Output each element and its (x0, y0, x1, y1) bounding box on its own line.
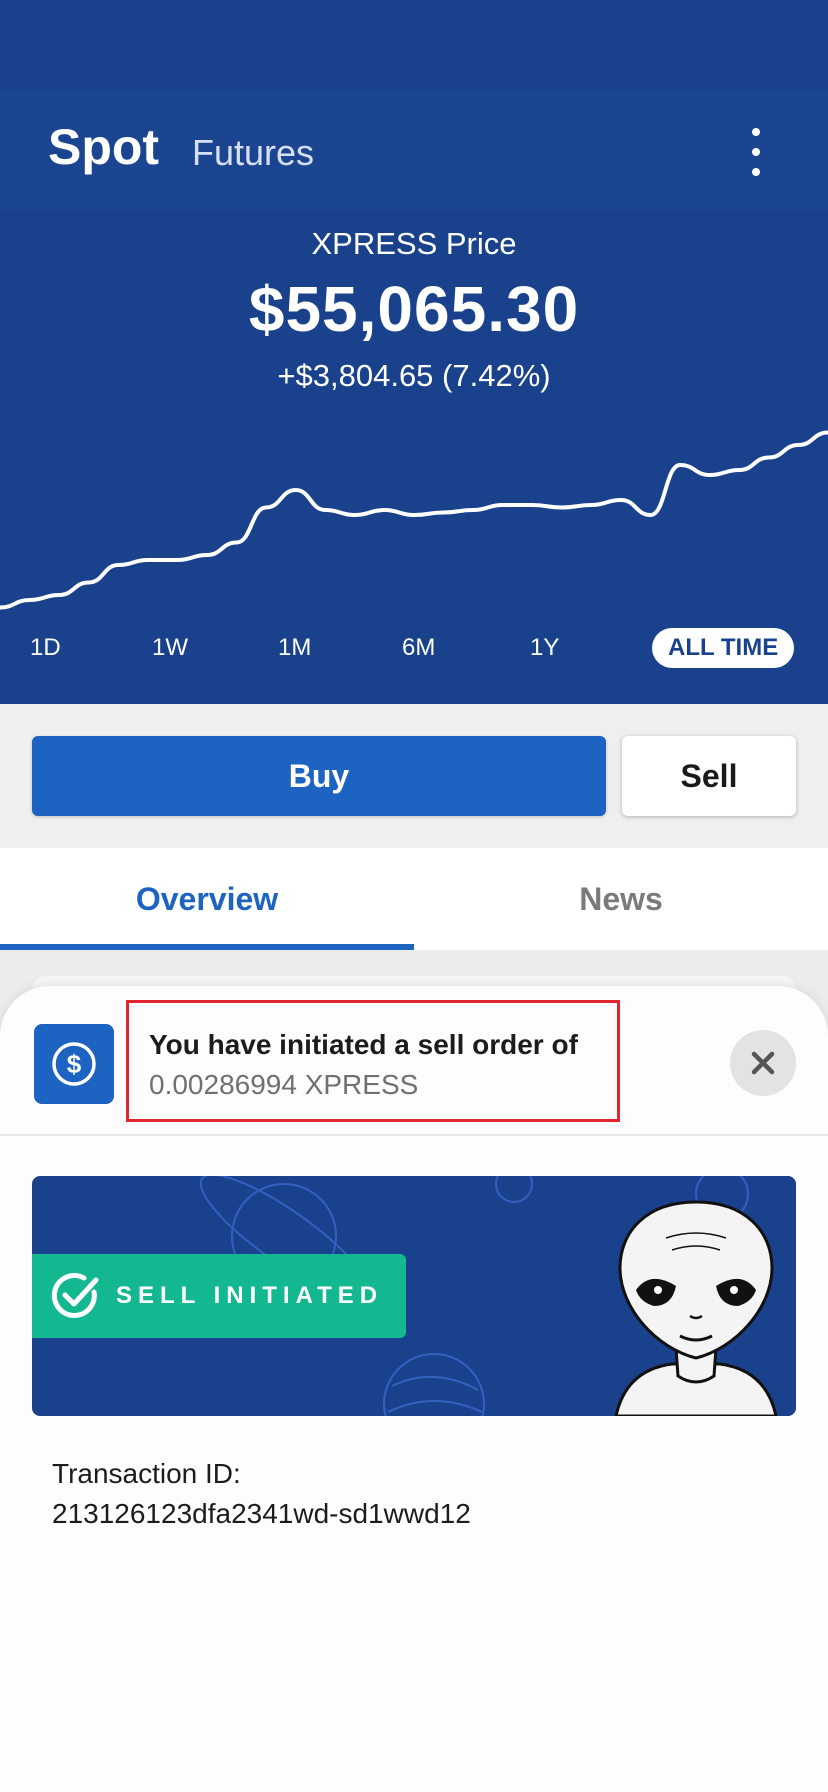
range-1y[interactable]: 1Y (530, 628, 559, 668)
transaction-label: Transaction ID: (52, 1458, 241, 1489)
price-chart (0, 430, 828, 610)
notification-amount: 0.00286994 XPRESS (149, 1069, 419, 1100)
dollar-circle-icon: $ (34, 1024, 114, 1104)
sell-initiated-banner: SELL INITIATED (32, 1176, 796, 1416)
price-line (0, 430, 828, 610)
tab-spot[interactable]: Spot (48, 118, 159, 176)
range-1w[interactable]: 1W (152, 628, 188, 668)
svg-text:$: $ (67, 1049, 82, 1079)
content-tabs: Overview News (0, 848, 828, 950)
notification-message: You have initiated a sell order of 0.002… (126, 1000, 620, 1122)
range-all-time[interactable]: ALL TIME (652, 628, 795, 668)
notification-title: You have initiated a sell order of (149, 1029, 578, 1060)
sell-initiated-badge: SELL INITIATED (32, 1254, 406, 1338)
price-header: Spot Futures XPRESS Price $55,065.30 +$3… (0, 0, 828, 704)
close-icon[interactable] (730, 1030, 796, 1096)
more-vertical-icon[interactable] (740, 128, 772, 176)
sell-button[interactable]: Sell (622, 736, 796, 816)
range-1m[interactable]: 1M (278, 628, 311, 668)
sheet-divider (0, 1134, 828, 1136)
price-value: $55,065.30 (248, 273, 580, 345)
time-range-selector: 1D 1W 1M 6M 1Y ALL TIME (0, 628, 828, 672)
tab-news[interactable]: News (414, 848, 828, 950)
trade-actions: Buy Sell (0, 704, 828, 848)
range-1d[interactable]: 1D (30, 628, 61, 668)
check-circle-icon (51, 1273, 99, 1318)
transaction-id: 213126123dfa2341wd-sd1wwd12 (52, 1498, 471, 1529)
tab-overview[interactable]: Overview (0, 848, 414, 950)
active-tab-indicator (0, 944, 414, 950)
buy-button[interactable]: Buy (32, 736, 606, 816)
alien-illustration (614, 1200, 778, 1416)
range-6m[interactable]: 6M (402, 628, 435, 668)
badge-text: SELL INITIATED (116, 1282, 384, 1309)
price-change: +$3,804.65 (7.42%) (277, 358, 551, 393)
price-label: XPRESS Price (311, 226, 517, 261)
tab-futures[interactable]: Futures (192, 132, 314, 174)
